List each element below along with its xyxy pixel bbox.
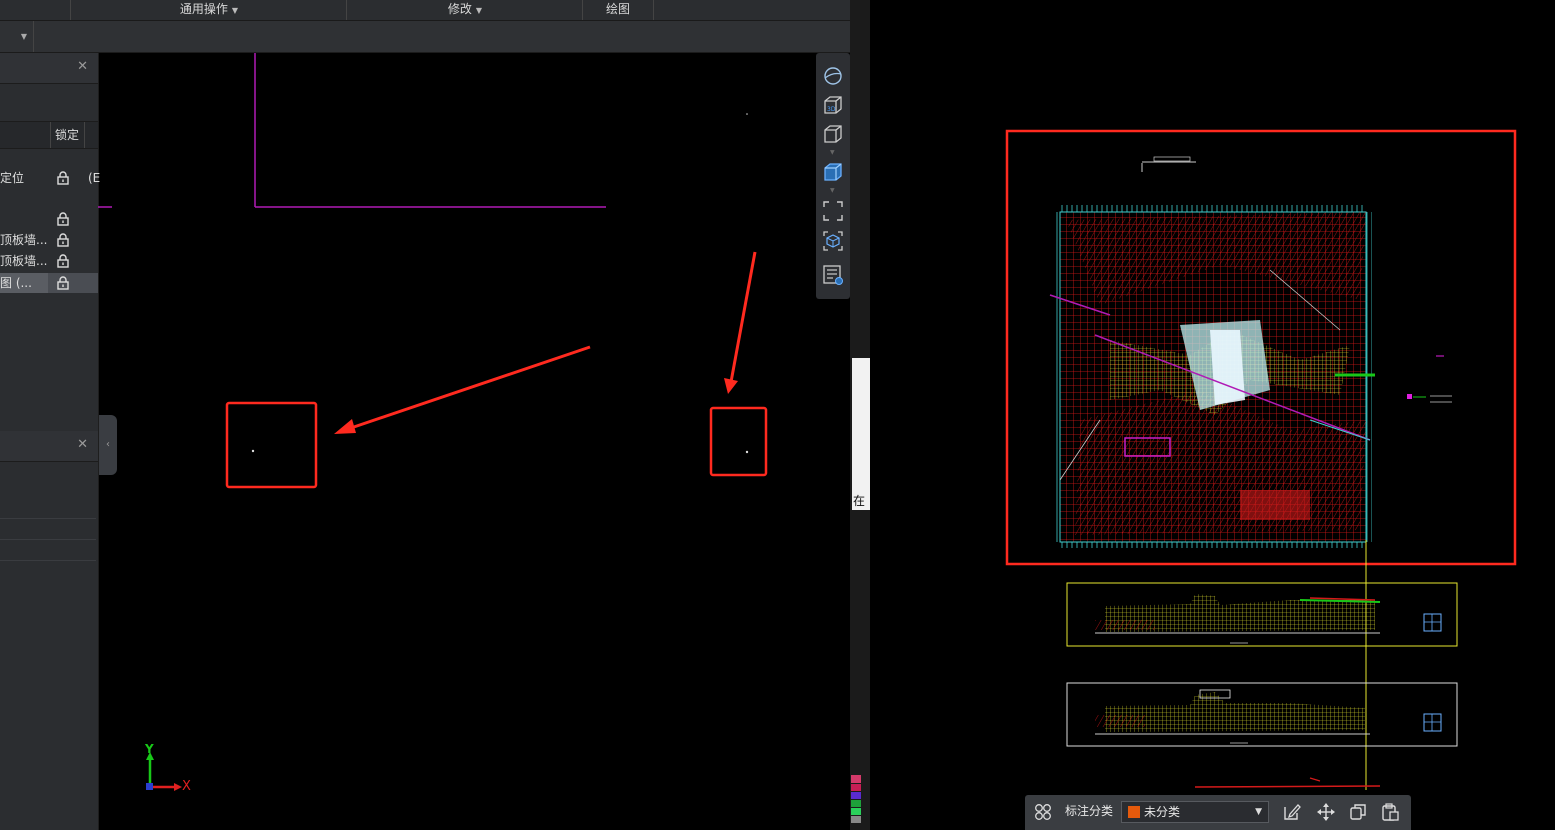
arrowhead: [334, 419, 356, 434]
ucs-axis-icon: [146, 752, 182, 791]
y-axis-label: Y: [145, 742, 154, 756]
svg-text:3D: 3D: [827, 106, 836, 113]
elevation-drawing-2: [1066, 682, 1458, 747]
highlight-box: [225, 401, 318, 489]
orbit-icon[interactable]: [822, 65, 844, 87]
view-toolbar: 3D ▼ ▼: [816, 53, 850, 299]
right-drawing-canvas[interactable]: [870, 0, 1555, 830]
annotation-category-label: 标注分类: [1065, 804, 1114, 818]
category-color-swatch: [1128, 806, 1140, 818]
move-icon[interactable]: [1316, 802, 1336, 822]
annotation-category-bar: 标注分类 未分类 ▼: [1025, 795, 1411, 830]
partial-drawing-3: [1194, 777, 1381, 788]
plan-title-marks: [1141, 156, 1196, 172]
tiny-drawing-dot: [745, 450, 749, 454]
category-select-value: 未分类: [1144, 805, 1181, 819]
left-drawing-canvas[interactable]: [0, 0, 850, 830]
tiny-drawing-dot: [746, 113, 748, 115]
copy-icon[interactable]: [1348, 802, 1368, 822]
view-3d-icon[interactable]: 3D: [822, 94, 844, 116]
highlight-box: [709, 406, 768, 477]
annotation-category-select[interactable]: 未分类 ▼: [1121, 801, 1269, 823]
elevation-drawing-1: [1066, 582, 1458, 647]
arrow-left: [344, 345, 591, 432]
solid-cube-icon[interactable]: [822, 161, 844, 183]
tiny-drawing-dot: [251, 449, 255, 453]
box-select-icon[interactable]: [822, 230, 844, 252]
color-swatch-strip: [851, 775, 861, 823]
chevron-down-icon: ▼: [830, 149, 835, 156]
floor-plan-drawing: [1049, 205, 1452, 548]
cube-view-icon[interactable]: [822, 123, 844, 145]
x-axis-label: X: [182, 779, 191, 794]
edit-icon[interactable]: [1282, 802, 1302, 822]
left-cad-window: 通用操作 ▼ 修改 ▼ 绘图 ▼ ✕ 锁定 定位 (E 顶板墙... 顶板墙..…: [0, 0, 850, 830]
background-window-fragment: [852, 358, 870, 510]
chevron-down-icon: ▼: [830, 187, 835, 194]
arrow-down: [729, 251, 757, 383]
background-window-text: 在: [853, 494, 866, 508]
apps-grid-icon[interactable]: [1033, 802, 1053, 822]
dropdown-arrow-icon: ▼: [1255, 807, 1262, 817]
arrowhead: [724, 378, 738, 394]
zoom-extents-icon[interactable]: [822, 200, 844, 222]
paste-icon[interactable]: [1380, 802, 1400, 822]
properties-list-icon[interactable]: [822, 264, 844, 286]
